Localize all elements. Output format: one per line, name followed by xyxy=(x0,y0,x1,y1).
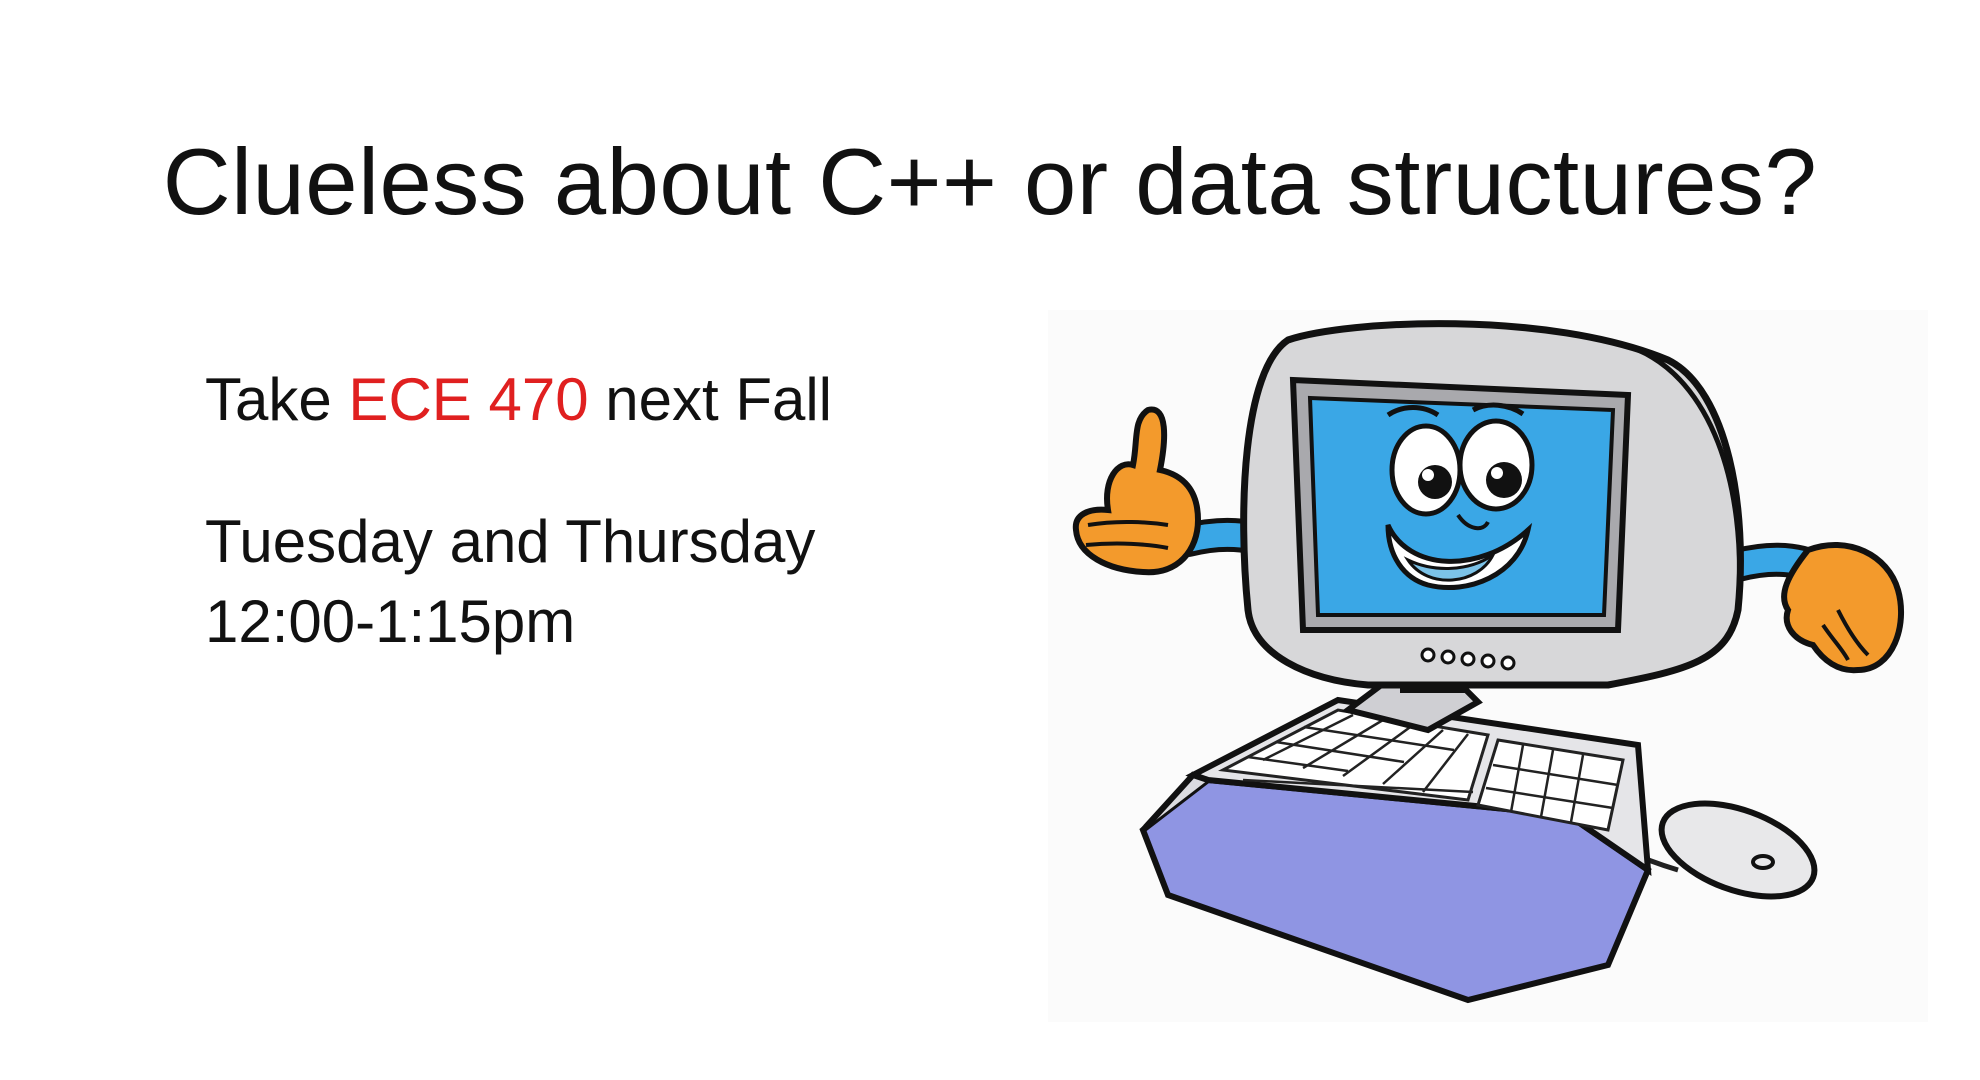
computer-mascot-icon xyxy=(1048,310,1928,1022)
course-code: ECE 470 xyxy=(348,366,589,433)
course-line: Take ECE 470 next Fall xyxy=(205,360,832,440)
line-spacer xyxy=(205,440,832,502)
course-line-prefix: Take xyxy=(205,366,349,433)
slide-body: Take ECE 470 next Fall Tuesday and Thurs… xyxy=(205,360,832,661)
slide: Clueless about C++ or data structures? T… xyxy=(0,0,1980,1080)
slide-title: Clueless about C++ or data structures? xyxy=(162,129,1818,234)
course-line-suffix: next Fall xyxy=(588,366,833,433)
schedule-days: Tuesday and Thursday xyxy=(205,507,816,575)
schedule-time: 12:00-1:15pm xyxy=(205,587,576,655)
